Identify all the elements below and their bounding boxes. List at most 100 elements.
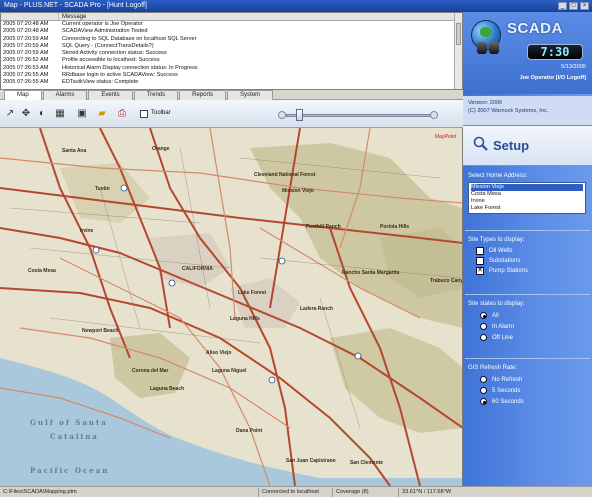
- refresh-rate-option[interactable]: 60 Seconds: [480, 396, 587, 407]
- map-place-label: Orange: [152, 146, 170, 152]
- grid-icon[interactable]: ▦: [54, 108, 66, 120]
- event-log-panel: Message 2005 07:20:48 AM Current operator…: [0, 12, 463, 90]
- setup-magnifier-icon: [473, 136, 488, 151]
- status-coordinates: 33.61°N / 117.68°W: [398, 488, 454, 497]
- zoom-icon[interactable]: ◐: [36, 108, 48, 120]
- site-type-option[interactable]: Substations: [476, 256, 587, 266]
- site-type-option[interactable]: Oil Wells: [476, 246, 587, 256]
- view-tabs: Map Alarms Events Trends Reports System: [0, 90, 463, 100]
- tab-reports[interactable]: Reports: [179, 90, 227, 100]
- refresh-rate-label: No Refresh: [492, 376, 523, 383]
- radio-button[interactable]: [480, 387, 487, 394]
- setup-title: Setup: [493, 138, 530, 153]
- zoom-in-icon[interactable]: [430, 111, 438, 119]
- folder-icon[interactable]: ▰: [96, 108, 108, 120]
- pan-icon[interactable]: ✥: [20, 108, 32, 120]
- home-address-option[interactable]: Lake Forest: [471, 205, 583, 212]
- tab-map[interactable]: Map: [4, 90, 42, 100]
- map-water-label: Catalina: [50, 432, 99, 441]
- tab-system[interactable]: System: [227, 90, 274, 100]
- site-state-option[interactable]: In Alarm: [480, 321, 587, 332]
- log-time: 2005 07:20:59 AM: [3, 42, 49, 49]
- log-row[interactable]: 2005 07:20:48 AM SCADAView Administration…: [1, 28, 462, 35]
- log-row[interactable]: 2005 07:20:59 AM Stored Activity connecti…: [1, 50, 462, 57]
- refresh-rate-label: 5 Seconds: [492, 387, 521, 394]
- home-address-listbox[interactable]: Mission Viejo Costa Mesa Irvine Lake Forest: [468, 182, 586, 214]
- log-row[interactable]: 2005 07:20:59 AM Connecting to SQL Databa…: [1, 36, 462, 43]
- checkbox[interactable]: [476, 257, 484, 265]
- binoculars-icon: [477, 42, 501, 54]
- pointer-icon[interactable]: ↗: [4, 108, 16, 120]
- log-row[interactable]: 2005 07:26:55 AM RRdbase login to active …: [1, 72, 462, 79]
- log-message: Current operator is Joe Operator: [62, 21, 143, 27]
- close-button[interactable]: ×: [580, 2, 589, 10]
- maximize-button[interactable]: □: [569, 2, 578, 10]
- map-toolbar: ↗ ✥ ◐ ▦ ▣ ▰ ⎙ Toolbar: [0, 100, 463, 128]
- log-message: SQL Query - (ConnectTransDetails?): [62, 42, 154, 49]
- copyright-line: (C) 2007 Warnock Systems, Inc.: [468, 107, 549, 114]
- home-address-option[interactable]: Mission Viejo: [471, 184, 583, 191]
- site-state-option[interactable]: Off Line: [480, 332, 587, 343]
- radio-button[interactable]: [480, 376, 487, 383]
- toolbar-checkbox[interactable]: [140, 110, 148, 118]
- log-scroll-thumb[interactable]: [456, 23, 461, 45]
- radio-button[interactable]: [480, 334, 487, 341]
- map-view[interactable]: Santa Ana Irvine Tustin Orange Costa Mesa New…: [0, 128, 463, 486]
- current-user[interactable]: Joe Operator [I/O Logoff]: [519, 75, 586, 81]
- zoom-slider-track[interactable]: [286, 114, 436, 117]
- home-address-option[interactable]: Costa Mesa: [471, 191, 583, 198]
- log-row[interactable]: 2005 07:20:48 AM Current operator is Joe …: [1, 21, 462, 28]
- log-time: 2005 07:26:55 AM: [3, 72, 49, 79]
- toolbar-checkbox-label: Toolbar: [151, 110, 171, 116]
- log-row[interactable]: 2005 07:26:53 AM Historical Alarm Display…: [1, 65, 462, 72]
- map-water-label: Pacific Ocean: [30, 466, 110, 475]
- log-message: Connecting to SQL Database on localhost …: [62, 35, 197, 42]
- map-place-label: Corona del Mar: [132, 368, 169, 374]
- layers-icon[interactable]: ▣: [76, 108, 88, 120]
- refresh-rate-title: GIS Refresh Rate:: [468, 365, 518, 371]
- log-time: 2005 07:26:53 AM: [3, 64, 49, 71]
- log-message: Profile accessible to localhost: Success: [62, 57, 160, 64]
- site-type-label: Oil Wells: [489, 248, 513, 254]
- tab-events[interactable]: Events: [88, 90, 133, 100]
- map-place-label: Laguna Niguel: [212, 368, 247, 374]
- map-place-label: Tustin: [95, 186, 110, 192]
- radio-button[interactable]: [480, 398, 487, 405]
- scada-header: SCADA 7:30 5/13/2005 Joe Operator [I/O L…: [463, 12, 592, 94]
- zoom-out-icon[interactable]: [278, 111, 286, 119]
- site-type-label: Pump Stations: [489, 268, 529, 274]
- log-row[interactable]: 2005 07:20:59 AM SQL Query - (ConnectTran…: [1, 43, 462, 50]
- minimize-button[interactable]: _: [558, 2, 567, 10]
- print-icon[interactable]: ⎙: [116, 108, 128, 120]
- log-row[interactable]: 2005 07:26:52 AM Profile accessible to lo…: [1, 57, 462, 64]
- setup-header[interactable]: Setup: [463, 126, 592, 166]
- log-scrollbar[interactable]: [454, 13, 462, 89]
- site-state-option[interactable]: All: [480, 310, 587, 321]
- log-col-time[interactable]: [1, 13, 59, 20]
- log-col-message[interactable]: Message: [59, 13, 462, 20]
- radio-button[interactable]: [480, 323, 487, 330]
- checkbox[interactable]: [476, 247, 484, 255]
- map-place-label: Portola Hills: [380, 224, 410, 230]
- map-brand-watermark: MapPoint: [434, 134, 456, 140]
- refresh-rate-option[interactable]: No Refresh: [480, 374, 587, 385]
- home-address-option[interactable]: Irvine: [471, 198, 583, 205]
- refresh-rate-option[interactable]: 5 Seconds: [480, 385, 587, 396]
- checkbox[interactable]: ✕: [476, 267, 484, 275]
- log-header: Message: [1, 13, 462, 21]
- tab-alarms[interactable]: Alarms: [42, 90, 88, 100]
- site-types-section: Site Types to display: Oil Wells Substati…: [463, 234, 592, 279]
- tab-trends[interactable]: Trends: [133, 90, 179, 100]
- radio-button[interactable]: [480, 312, 487, 319]
- map-place-label: Trabuco Canyon: [430, 278, 463, 284]
- map-place-label: Laguna Beach: [150, 386, 185, 392]
- site-type-label: Substations: [489, 258, 521, 264]
- zoom-slider-thumb[interactable]: [296, 109, 303, 121]
- map-place-label: San Clemente: [350, 460, 384, 466]
- window-titlebar: Map - PLUS.NET - SCADA Pro - [Hunt Logof…: [0, 0, 592, 12]
- map-water-label: Gulf of Santa: [30, 418, 108, 427]
- log-row[interactable]: 2005 07:26:55 AM EDTsutkView status: Comp…: [1, 79, 462, 86]
- map-place-label: Santa Ana: [62, 148, 87, 154]
- site-type-option[interactable]: ✕ Pump Stations: [476, 266, 587, 276]
- site-types-title: Site Types to display:: [468, 237, 525, 243]
